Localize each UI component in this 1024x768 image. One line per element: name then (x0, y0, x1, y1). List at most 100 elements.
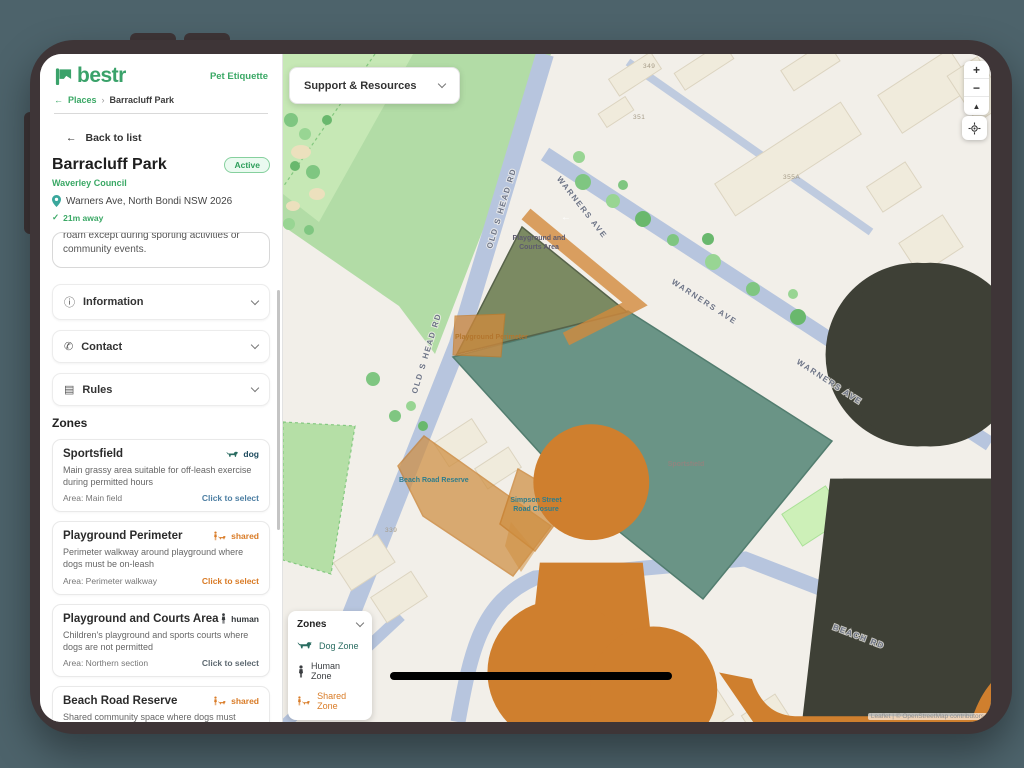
zone-title: Sportsfield (63, 448, 123, 460)
phone-icon: ✆ (64, 340, 73, 353)
zone-title: Beach Road Reserve (63, 695, 177, 707)
legend-item-human-zone: Human Zone (297, 661, 363, 681)
one-way-arrow: ← (561, 212, 571, 223)
breadcrumb-back-arrow[interactable]: ← (54, 95, 63, 105)
accordion-contact-label: Contact (81, 341, 122, 353)
accordion-rules-label: Rules (82, 384, 112, 396)
zone-badge-label: shared (231, 531, 259, 541)
map-attribution: Leaflet | © OpenStreetMap contributors (868, 713, 987, 720)
zone-badge-label: dog (243, 449, 259, 459)
building-label-355a: 355A (783, 174, 800, 181)
zone-select-link[interactable]: Click to select (202, 658, 259, 668)
distance-text: 21m away (63, 213, 103, 223)
address-text: Warners Ave, North Bondi NSW 2026 (66, 196, 232, 207)
crosshair-icon (968, 122, 981, 135)
flag-icon (54, 67, 73, 86)
shared-icon (213, 696, 227, 706)
legend-item-shared-zone: Shared Zone (297, 691, 363, 711)
notice-card: roam except during sporting activities o… (52, 232, 270, 268)
distance-check-icon: ✓ (52, 212, 59, 223)
breadcrumb-current: Barracluff Park (110, 95, 175, 105)
logo-text: bestr (77, 64, 126, 88)
chevron-down-icon (251, 296, 259, 304)
sidebar: bestr Pet Etiquette ← Places › Barracluf… (40, 54, 283, 722)
zone-card-playground-perimeter[interactable]: Playground Perimeter shared Perimeter wa… (52, 521, 270, 594)
compass-button[interactable]: ▲ (964, 97, 989, 115)
playground-human-icon (816, 263, 991, 722)
sidebar-scrollbar[interactable] (277, 290, 280, 530)
document-icon: ▤ (64, 383, 74, 396)
zone-card-beach-road-reserve[interactable]: Beach Road Reserve shared Shared communi… (52, 686, 270, 722)
map-label-sportsfield: Sportsfield (668, 461, 705, 468)
zone-desc: Main grassy area suitable for off-leash … (63, 464, 259, 488)
sidebar-header: bestr Pet Etiquette ← Places › Barracluf… (40, 54, 282, 114)
shared-icon (213, 531, 227, 541)
legend-title: Zones (297, 619, 326, 630)
zone-select-link[interactable]: Click to select (202, 576, 259, 586)
zone-card-sportsfield[interactable]: Sportsfield dog Main grassy area suitabl… (52, 439, 270, 512)
zone-card-playground-courts[interactable]: Playground and Courts Area human Childre… (52, 604, 270, 677)
zone-title: Playground Perimeter (63, 530, 183, 542)
app-window: bestr Pet Etiquette ← Places › Barracluf… (40, 54, 991, 722)
zoom-in-button[interactable]: + (964, 61, 989, 79)
page-title: Barracluff Park (52, 156, 167, 174)
zone-desc: Children's playground and sports courts … (63, 629, 259, 653)
human-icon (297, 665, 305, 678)
pet-etiquette-link[interactable]: Pet Etiquette (210, 71, 268, 82)
breadcrumb: ← Places › Barracluff Park (54, 95, 268, 114)
council-link[interactable]: Waverley Council (52, 178, 270, 188)
shared-icon (297, 695, 311, 707)
legend-label: Shared Zone (317, 691, 363, 711)
back-arrow-icon: ← (66, 132, 77, 144)
zones-heading: Zones (52, 416, 270, 430)
bestr-logo[interactable]: bestr (54, 64, 126, 88)
human-icon (220, 613, 227, 624)
chevron-down-icon (438, 80, 446, 88)
building-label-349: 349 (643, 63, 655, 70)
accordion-contact[interactable]: ✆ Contact (52, 330, 270, 363)
breadcrumb-places[interactable]: Places (68, 95, 97, 105)
back-to-list-button[interactable]: ← Back to list (66, 132, 270, 144)
status-badge: Active (224, 157, 270, 173)
map-zoom-control: + − ▲ (964, 61, 989, 115)
zones-legend: Zones Dog Zone Human Zone Shared Zone (288, 611, 372, 720)
chevron-down-icon[interactable] (356, 619, 364, 627)
zone-title: Playground and Courts Area (63, 613, 219, 625)
info-icon: ⓘ (64, 294, 75, 310)
accordion-information[interactable]: ⓘ Information (52, 284, 270, 320)
dog-icon (297, 640, 313, 651)
zone-badge-label: shared (231, 696, 259, 706)
map-label-playground-courts-2: Courts Area (519, 244, 559, 251)
breadcrumb-separator: › (102, 95, 105, 105)
support-resources-dropdown[interactable]: Support & Resources (289, 67, 460, 104)
zone-desc: Shared community space where dogs must r… (63, 711, 259, 722)
street-label-warners-2: WARNERS AVE (670, 277, 739, 326)
map-tiles: Playground and Courts Area Playground Pe… (283, 54, 991, 722)
map-label-beach-reserve: Beach Road Reserve (399, 477, 469, 484)
support-resources-label: Support & Resources (304, 80, 416, 92)
chevron-down-icon (251, 341, 259, 349)
notice-line-1: roam except during sporting activities o… (63, 232, 259, 243)
locate-me-button[interactable] (962, 116, 987, 140)
zone-select-link[interactable]: Click to select (202, 493, 259, 503)
home-indicator (390, 672, 672, 680)
page-background: bestr Pet Etiquette ← Places › Barracluf… (0, 0, 1024, 768)
zone-area: Area: Main field (63, 493, 122, 503)
building-label-351: 351 (633, 114, 645, 121)
back-to-list-label: Back to list (86, 132, 142, 144)
zone-badge-label: human (231, 614, 259, 624)
map-label-perimeter: Playground Perimeter (455, 334, 528, 341)
accordion-information-label: Information (83, 296, 144, 308)
accordion-rules[interactable]: ▤ Rules (52, 373, 270, 406)
dog-icon (226, 450, 239, 459)
map-label-simpson-1: Simpson Street (510, 497, 562, 504)
map-canvas[interactable]: Playground and Courts Area Playground Pe… (283, 54, 991, 722)
legend-label: Human Zone (311, 661, 363, 681)
zone-area: Area: Perimeter walkway (63, 576, 157, 586)
chevron-down-icon (251, 384, 259, 392)
zoom-out-button[interactable]: − (964, 79, 989, 97)
map-label-simpson-2: Road Closure (513, 506, 559, 513)
zone-area: Area: Northern section (63, 658, 148, 668)
legend-item-dog-zone: Dog Zone (297, 640, 363, 651)
sidebar-body: ← Back to list Barracluff Park Active Wa… (40, 114, 282, 722)
